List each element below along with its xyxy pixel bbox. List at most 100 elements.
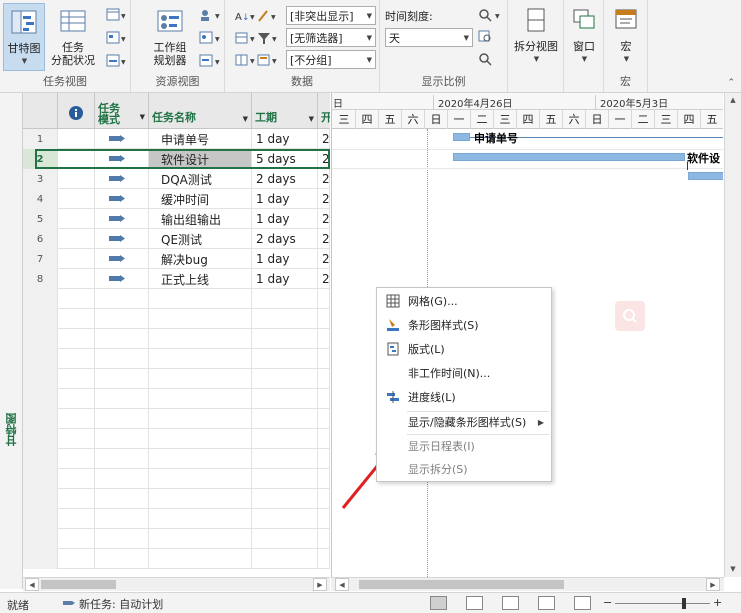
resource-sheet-shortcut-icon[interactable] — [538, 596, 555, 610]
duration-cell[interactable]: 1 day — [252, 189, 318, 209]
start-cell[interactable]: 2 — [318, 149, 330, 169]
duration-cell[interactable] — [252, 549, 318, 569]
zoom-in-icon[interactable]: + — [713, 596, 722, 609]
menu-item-show-split[interactable]: 显示拆分(S) — [378, 458, 550, 480]
scroll-left-icon[interactable]: ◀ — [335, 578, 349, 591]
duration-cell[interactable]: 1 day — [252, 249, 318, 269]
menu-item-show-hide-bar-styles[interactable]: 显示/隐藏条形图样式(S) ▶ — [378, 411, 550, 433]
start-cell[interactable] — [318, 409, 330, 429]
table-row[interactable]: 7 解决bug 1 day 2 — [23, 249, 330, 269]
task-mode-header[interactable]: 任务 模式 ▼ — [95, 93, 149, 129]
indicator-cell[interactable] — [58, 529, 95, 549]
duration-cell[interactable] — [252, 529, 318, 549]
task-name-cell[interactable] — [149, 449, 252, 469]
table-row[interactable] — [23, 309, 330, 329]
duration-cell[interactable] — [252, 469, 318, 489]
indicator-cell[interactable] — [58, 509, 95, 529]
window-button[interactable]: 窗口 ▼ — [567, 6, 601, 66]
indicator-cell[interactable] — [58, 189, 95, 209]
task-name-cell[interactable] — [149, 469, 252, 489]
start-cell[interactable] — [318, 369, 330, 389]
task-mode-cell[interactable] — [95, 389, 149, 409]
group-by-icon[interactable]: ▼ — [257, 53, 279, 67]
filter-icon[interactable]: ▼ — [257, 31, 279, 45]
duration-cell[interactable] — [252, 449, 318, 469]
duration-cell[interactable] — [252, 329, 318, 349]
duration-cell[interactable] — [252, 349, 318, 369]
tables-icon[interactable]: ▼ — [235, 31, 257, 45]
indicator-cell[interactable] — [58, 489, 95, 509]
gantt-bar-1[interactable] — [453, 133, 470, 141]
duration-cell[interactable] — [252, 369, 318, 389]
task-name-cell[interactable]: QE测试 — [149, 229, 252, 249]
task-mode-cell[interactable] — [95, 449, 149, 469]
task-name-cell[interactable]: 申请单号 — [149, 129, 252, 149]
columns-icon[interactable]: ▼ — [235, 53, 257, 67]
start-cell[interactable] — [318, 529, 330, 549]
chevron-down-icon[interactable]: ▼ — [243, 115, 248, 123]
row-number[interactable] — [23, 429, 58, 449]
table-row[interactable] — [23, 549, 330, 569]
gantt-chart-button[interactable]: 甘特图 ▼ — [3, 3, 45, 71]
task-mode-cell[interactable] — [95, 429, 149, 449]
table-row[interactable] — [23, 329, 330, 349]
gantt-bar-2[interactable] — [453, 153, 685, 161]
duration-cell[interactable]: 1 day — [252, 209, 318, 229]
task-name-header[interactable]: 任务名称 ▼ — [149, 93, 252, 129]
collapse-ribbon-icon[interactable]: ⌃ — [727, 78, 735, 88]
table-row[interactable]: 6 QE测试 2 days 2 — [23, 229, 330, 249]
indicator-cell[interactable] — [58, 469, 95, 489]
indicator-cell[interactable] — [58, 249, 95, 269]
duration-cell[interactable] — [252, 309, 318, 329]
task-mode-cell[interactable] — [95, 129, 149, 149]
scroll-thumb[interactable] — [41, 580, 116, 589]
task-mode-cell[interactable] — [95, 469, 149, 489]
resource-usage-icon[interactable]: ▼ — [199, 8, 221, 22]
start-header[interactable]: 开 — [318, 93, 330, 129]
table-row[interactable] — [23, 529, 330, 549]
table-horizontal-scrollbar[interactable]: ◀ ▶ — [23, 577, 330, 591]
table-row[interactable]: 2 软件设计 5 days 2 — [23, 149, 330, 169]
vertical-scrollbar[interactable]: ▲ ▼ — [724, 93, 741, 577]
table-row[interactable] — [23, 389, 330, 409]
task-name-cell[interactable]: 正式上线 — [149, 269, 252, 289]
other-views-icon[interactable]: ▼ — [106, 54, 126, 68]
table-row[interactable] — [23, 369, 330, 389]
row-number[interactable] — [23, 389, 58, 409]
task-name-cell[interactable] — [149, 289, 252, 309]
duration-cell[interactable]: 1 day — [252, 269, 318, 289]
table-row[interactable] — [23, 429, 330, 449]
duration-cell[interactable] — [252, 389, 318, 409]
task-name-cell[interactable] — [149, 509, 252, 529]
gantt-bar-3[interactable] — [688, 172, 723, 180]
chevron-down-icon[interactable]: ▼ — [140, 112, 145, 123]
menu-item-layout[interactable]: 版式(L) — [378, 338, 550, 360]
entire-project-icon[interactable] — [478, 30, 494, 44]
duration-cell[interactable] — [252, 429, 318, 449]
indicators-header[interactable] — [58, 93, 95, 129]
task-name-cell[interactable] — [149, 329, 252, 349]
indicator-cell[interactable] — [58, 549, 95, 569]
task-name-cell[interactable] — [149, 309, 252, 329]
duration-cell[interactable]: 2 days — [252, 169, 318, 189]
task-mode-cell[interactable] — [95, 549, 149, 569]
table-row[interactable] — [23, 489, 330, 509]
table-row[interactable]: 4 缓冲时间 1 day 2 — [23, 189, 330, 209]
task-mode-cell[interactable] — [95, 529, 149, 549]
duration-cell[interactable]: 1 day — [252, 129, 318, 149]
task-name-cell[interactable]: 解决bug — [149, 249, 252, 269]
row-number[interactable]: 4 — [23, 189, 58, 209]
row-number[interactable]: 6 — [23, 229, 58, 249]
indicator-cell[interactable] — [58, 169, 95, 189]
table-row[interactable] — [23, 349, 330, 369]
indicator-cell[interactable] — [58, 329, 95, 349]
task-mode-cell[interactable] — [95, 269, 149, 289]
task-mode-cell[interactable] — [95, 329, 149, 349]
indicator-cell[interactable] — [58, 229, 95, 249]
table-row[interactable] — [23, 509, 330, 529]
task-name-cell[interactable]: 软件设计 — [149, 149, 252, 169]
start-cell[interactable] — [318, 449, 330, 469]
row-number[interactable] — [23, 489, 58, 509]
table-row[interactable]: 5 输出组输出 1 day 2 — [23, 209, 330, 229]
row-number[interactable] — [23, 409, 58, 429]
